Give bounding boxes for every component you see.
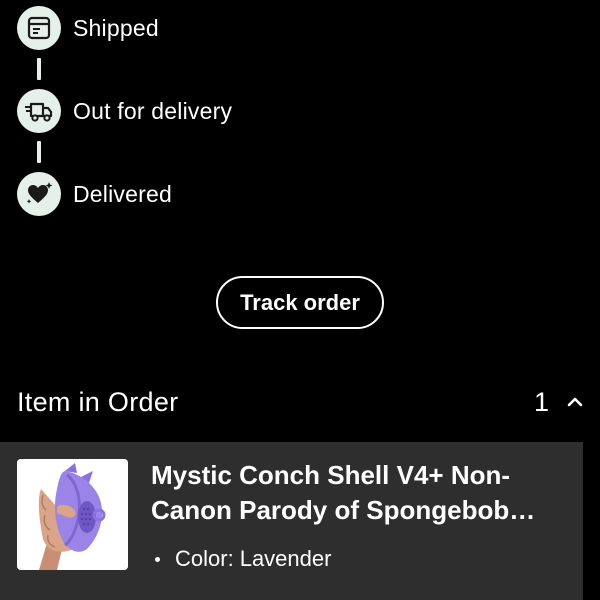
package-box-icon bbox=[17, 6, 61, 50]
bullet-dot bbox=[155, 556, 160, 562]
delivery-truck-icon bbox=[17, 89, 61, 133]
product-thumbnail[interactable] bbox=[17, 459, 128, 570]
attribute-value: Lavender bbox=[239, 546, 332, 571]
timeline-step-delivered: Delivered bbox=[17, 172, 172, 216]
timeline-connector bbox=[37, 58, 41, 80]
heart-sparkle-icon bbox=[17, 172, 61, 216]
items-section-title: Item in Order bbox=[17, 386, 179, 417]
timeline-step-label: Delivered bbox=[73, 180, 172, 207]
order-details-page: Shipped Out for delivery Delivered Track… bbox=[0, 0, 600, 600]
order-item-card[interactable]: Mystic Conch Shell V4+ Non-Canon Parody … bbox=[0, 442, 583, 600]
timeline-connector bbox=[37, 141, 41, 163]
conch-shell-image bbox=[17, 459, 128, 570]
items-count: 1 bbox=[533, 386, 549, 417]
timeline-step-out-for-delivery: Out for delivery bbox=[17, 89, 232, 133]
product-attribute-color: Color Lavender bbox=[155, 546, 331, 572]
attribute-name: Color bbox=[175, 546, 234, 572]
timeline-step-label: Shipped bbox=[73, 14, 159, 41]
items-in-order-header: Item in Order 1 bbox=[17, 380, 583, 424]
timeline-step-label: Out for delivery bbox=[73, 97, 233, 124]
timeline-step-shipped: Shipped bbox=[17, 6, 159, 50]
track-order-button[interactable]: Track order bbox=[216, 276, 384, 329]
chevron-up-icon bbox=[567, 397, 583, 407]
product-title[interactable]: Mystic Conch Shell V4+ Non-Canon Parody … bbox=[151, 458, 571, 528]
items-collapse-toggle[interactable]: 1 bbox=[534, 387, 583, 418]
